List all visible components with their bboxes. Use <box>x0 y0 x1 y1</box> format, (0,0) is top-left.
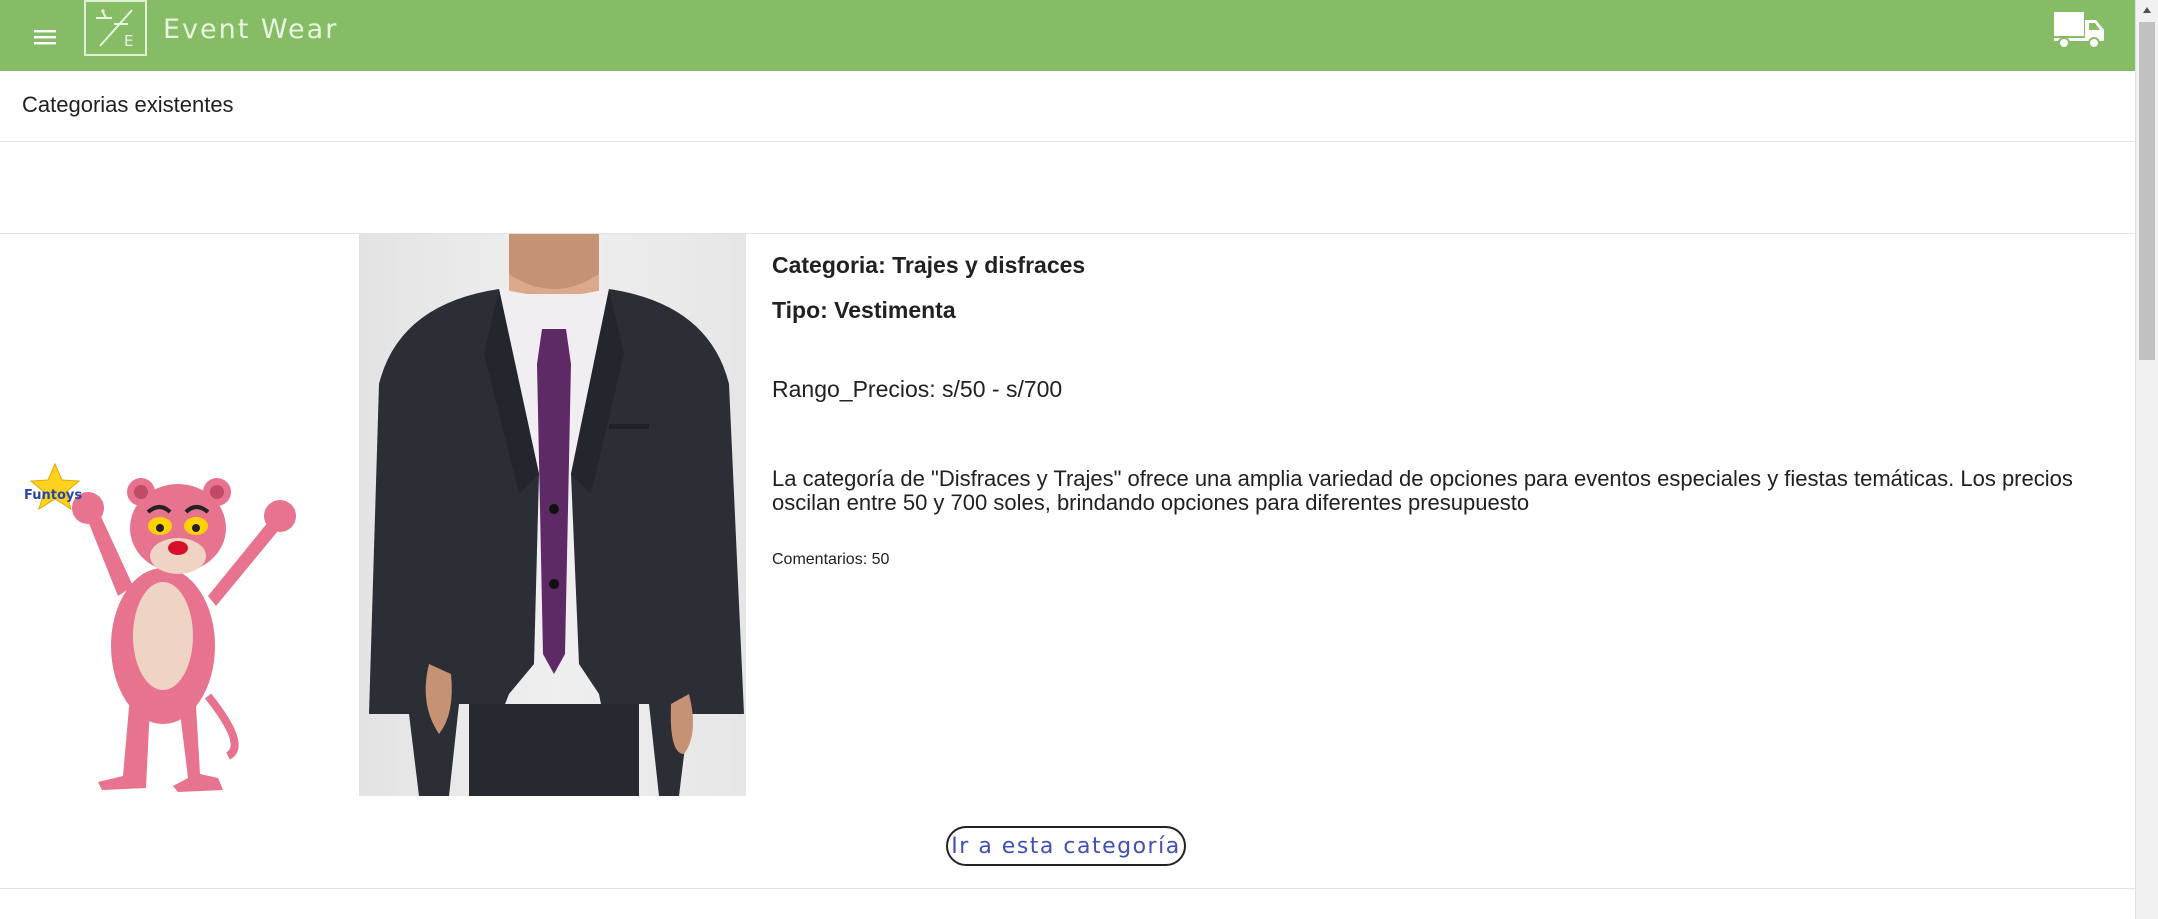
comments-count: Comentarios: 50 <box>772 551 890 568</box>
top-toolbar: E Event Wear <box>0 0 2135 71</box>
price-range: Rango_Precios: s/50 - s/700 <box>772 376 1063 402</box>
category-type: Tipo: Vestimenta <box>772 297 956 323</box>
pink-panther-costume-image: Funtoys <box>18 456 358 796</box>
vertical-scrollbar[interactable] <box>2135 0 2158 919</box>
costume-badge: Funtoys <box>24 488 83 503</box>
page-title: Categorias existentes <box>22 92 234 117</box>
category-description: La categoría de "Disfraces y Trajes" ofr… <box>772 466 2073 515</box>
divider <box>0 233 2135 234</box>
go-to-category-button[interactable]: Ir a esta categoría <box>946 826 1186 866</box>
main-content: E Event Wear Categorias existentes Funto… <box>0 0 2135 919</box>
hamburger-menu-icon[interactable] <box>28 20 62 54</box>
man-in-suit-image <box>359 234 746 796</box>
category-title: Categoria: Trajes y disfraces <box>772 252 1086 278</box>
page: E Event Wear Categorias existentes Funto… <box>0 0 2158 919</box>
event-wear-logo-icon[interactable]: E <box>84 0 147 56</box>
brand-name[interactable]: Event Wear <box>163 14 338 45</box>
scroll-up-arrow-icon[interactable] <box>2136 0 2158 20</box>
divider <box>0 888 2135 889</box>
delivery-truck-icon[interactable] <box>2052 10 2106 50</box>
divider <box>0 141 2135 142</box>
scrollbar-thumb[interactable] <box>2139 22 2155 360</box>
logo-letter: E <box>124 32 134 50</box>
